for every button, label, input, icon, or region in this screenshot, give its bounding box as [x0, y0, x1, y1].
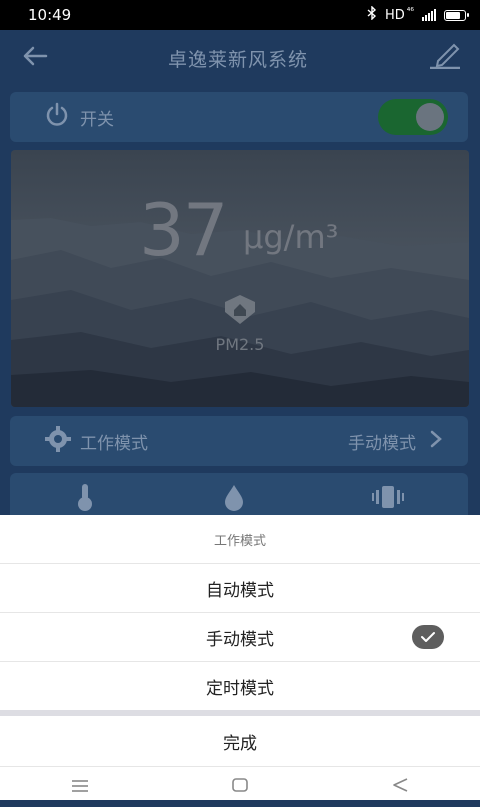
option-label: 自动模式	[206, 580, 274, 601]
gear-icon	[44, 425, 72, 458]
picker-title: 工作模式	[0, 515, 480, 564]
option-label: 手动模式	[206, 629, 274, 650]
power-toggle[interactable]	[378, 99, 448, 135]
option-timer-mode[interactable]: 定时模式	[0, 662, 480, 710]
arrow-left-icon[interactable]	[22, 46, 48, 70]
app-screen: 卓逸莱新风系统 开关 37 μg/m³ PM2.5 工作模式 手动模式 工作模式…	[0, 30, 480, 800]
pencil-icon[interactable]	[428, 43, 462, 73]
home-icon[interactable]	[231, 777, 249, 797]
pm-unit: μg/m³	[243, 218, 339, 256]
power-label: 开关	[80, 109, 114, 130]
status-time: 10:49	[28, 6, 72, 24]
checkmark-icon	[412, 625, 444, 649]
toggle-knob	[416, 103, 444, 131]
back-icon[interactable]	[391, 777, 409, 797]
thermometer-icon	[73, 482, 97, 516]
work-mode-row[interactable]: 工作模式 手动模式	[10, 416, 468, 466]
status-bar: 10:49 HD ⁴⁶	[0, 0, 480, 30]
battery-icon	[444, 9, 469, 21]
network-type: HD	[384, 7, 405, 23]
option-manual-mode[interactable]: 手动模式	[0, 613, 480, 662]
header: 卓逸莱新风系统	[0, 30, 480, 86]
signal-icon	[422, 9, 436, 21]
menu-icon[interactable]	[71, 778, 89, 797]
shield-home-icon	[223, 294, 257, 330]
pm-label: PM2.5	[215, 335, 265, 354]
work-mode-label-group: 工作模式	[44, 425, 148, 458]
chevron-right-icon	[430, 430, 442, 453]
air-quality-panel: 37 μg/m³ PM2.5	[11, 150, 469, 407]
water-drop-icon	[222, 482, 246, 516]
power-row: 开关	[10, 92, 468, 142]
pm-value: 37	[139, 188, 229, 272]
option-auto-mode[interactable]: 自动模式	[0, 564, 480, 613]
system-navbar	[0, 767, 480, 807]
done-button[interactable]: 完成	[0, 716, 480, 767]
air-reading: 37 μg/m³ PM2.5	[11, 150, 469, 407]
vibration-icon	[371, 482, 405, 516]
battery-level	[446, 11, 460, 19]
work-mode-value-group: 手动模式	[348, 429, 442, 454]
option-label: 定时模式	[206, 678, 274, 699]
network-sub: ⁴⁶	[406, 7, 414, 17]
page-title: 卓逸莱新风系统	[167, 48, 308, 71]
power-icon	[44, 102, 70, 133]
work-mode-value: 手动模式	[348, 433, 416, 454]
bluetooth-icon	[367, 5, 377, 24]
mode-picker-sheet: 工作模式 自动模式 手动模式 定时模式 完成	[0, 515, 480, 800]
status-indicators: HD ⁴⁶	[367, 5, 469, 24]
work-mode-label: 工作模式	[80, 433, 148, 454]
power-label-group: 开关	[44, 102, 114, 133]
